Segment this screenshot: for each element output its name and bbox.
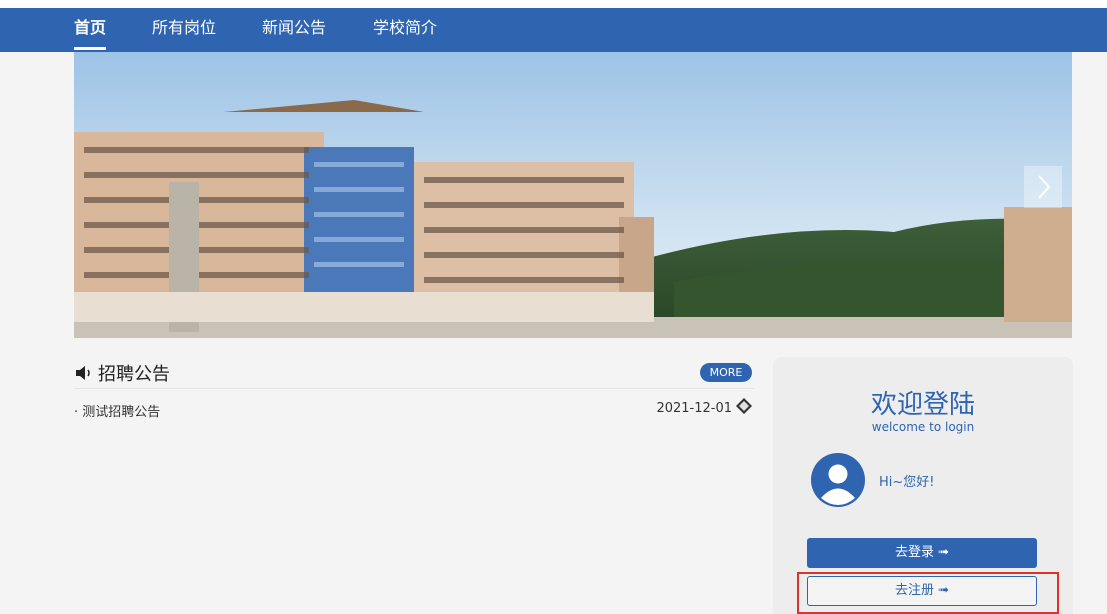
- nav-item-label: 所有岗位: [152, 18, 217, 37]
- announcement-link[interactable]: · 测试招聘公告: [74, 401, 160, 420]
- announcements-title: 招聘公告: [98, 364, 170, 385]
- carousel-next-button[interactable]: [1024, 166, 1062, 208]
- login-subtitle: welcome to login: [871, 420, 975, 434]
- active-underline: [74, 47, 107, 50]
- campus-banner-image: [74, 52, 1072, 338]
- register-button[interactable]: 去注册 ➟: [807, 576, 1037, 606]
- nav-item-label: 学校简介: [373, 18, 438, 37]
- nav-item-news[interactable]: 新闻公告: [262, 14, 326, 52]
- nav-item-label: 首页: [74, 18, 107, 37]
- announcements-heading: 招聘公告: [74, 360, 170, 386]
- nav-item-school-intro[interactable]: 学校简介: [373, 14, 437, 52]
- nav-item-all-positions[interactable]: 所有岗位: [152, 14, 216, 52]
- login-panel: 欢迎登陆 welcome to login Hi~您好! 去登录 ➟ 去注册 ➟: [773, 357, 1073, 614]
- nav-item-home[interactable]: 首页: [74, 14, 107, 52]
- chevron-right-icon: [1038, 175, 1051, 199]
- speaker-icon: [76, 366, 90, 380]
- new-badge-icon: [736, 398, 752, 414]
- login-title: 欢迎登陆: [870, 390, 975, 420]
- nav-item-label: 新闻公告: [262, 18, 327, 37]
- list-item: · 测试招聘公告 2021-12-01: [74, 398, 760, 421]
- greeting-text: Hi~您好!: [879, 475, 935, 490]
- login-button[interactable]: 去登录 ➟: [807, 538, 1037, 568]
- top-strip: [0, 0, 1107, 8]
- divider: [74, 388, 754, 389]
- top-navigation: 首页 所有岗位 新闻公告 学校简介: [0, 0, 1107, 52]
- announcement-date: 2021-12-01: [656, 401, 732, 416]
- user-avatar-icon: [811, 453, 865, 507]
- more-button[interactable]: MORE: [700, 363, 752, 382]
